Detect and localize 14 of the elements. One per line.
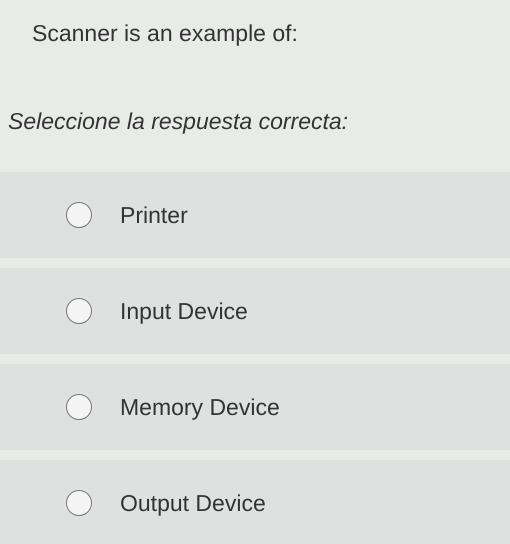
option-label: Input Device	[120, 298, 248, 324]
question-text: Scanner is an example of:	[31, 19, 299, 48]
radio-button[interactable]	[66, 298, 92, 324]
radio-button[interactable]	[66, 202, 92, 228]
option-label: Printer	[120, 202, 188, 228]
answer-option[interactable]: Output Device	[0, 460, 510, 544]
radio-button[interactable]	[66, 490, 92, 516]
instruction-text: Seleccione la respuesta correcta:	[7, 107, 350, 136]
option-label: Memory Device	[120, 394, 280, 420]
answer-option[interactable]: Input Device	[0, 268, 510, 354]
answer-option[interactable]: Memory Device	[0, 364, 510, 450]
radio-button[interactable]	[66, 394, 92, 420]
answer-option[interactable]: Printer	[0, 172, 510, 258]
option-label: Output Device	[120, 490, 266, 516]
